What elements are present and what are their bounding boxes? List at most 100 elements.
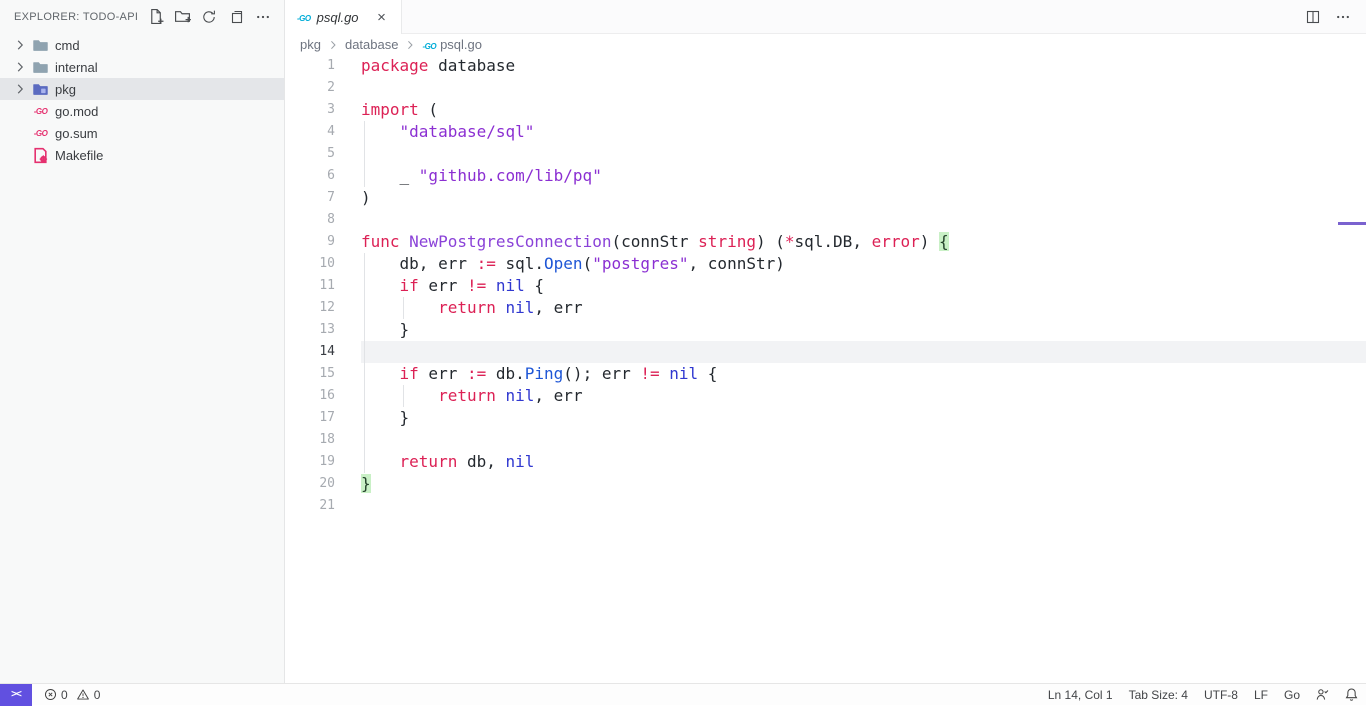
line-number[interactable]: 1	[285, 55, 335, 77]
tree-item-label: internal	[55, 60, 98, 75]
code-line[interactable]: 5	[285, 143, 1366, 165]
tree-item-internal[interactable]: internal	[0, 56, 284, 78]
bell-icon	[1344, 687, 1359, 702]
code-line[interactable]: 13 }	[285, 319, 1366, 341]
tree-item-label: go.mod	[55, 104, 98, 119]
breadcrumb-item-psql-go[interactable]: -GO psql.go	[422, 37, 482, 52]
tab-label: psql.go	[317, 10, 359, 25]
chevron-right-icon	[12, 37, 28, 53]
more-actions-icon	[255, 9, 271, 25]
tree-item-go-sum[interactable]: -GOgo.sum	[0, 122, 284, 144]
folder-icon	[32, 37, 49, 54]
collapse-folders-button[interactable]	[225, 6, 247, 28]
code-editor[interactable]: 1package database23import (4 "database/s…	[285, 55, 1366, 683]
line-number[interactable]: 4	[285, 121, 335, 143]
editor-group: -GO psql.go × pkg database -GO psql.go 1packa…	[285, 0, 1366, 683]
folder-package-icon	[32, 81, 49, 98]
code-line[interactable]: 19 return db, nil	[285, 451, 1366, 473]
line-number[interactable]: 11	[285, 275, 335, 297]
split-editor-button[interactable]	[1302, 6, 1324, 28]
error-icon	[44, 688, 57, 701]
code-line[interactable]: 21	[285, 495, 1366, 517]
code-line[interactable]: 18	[285, 429, 1366, 451]
code-line[interactable]: 9func NewPostgresConnection(connStr stri…	[285, 231, 1366, 253]
vscode-window: EXPLORER: TODO-API cmd internal pkg -GO go.m…	[0, 0, 1366, 683]
code-line[interactable]: 3import (	[285, 99, 1366, 121]
status-cursor-position[interactable]: Ln 14, Col 1	[1040, 688, 1121, 702]
breadcrumb-item-database[interactable]: database	[345, 37, 399, 52]
chevron-placeholder	[12, 103, 28, 119]
line-number[interactable]: 14	[285, 341, 335, 363]
file-tree: cmd internal pkg -GO go.mod -GOgo.sumMakefile	[0, 33, 284, 166]
tree-item-cmd[interactable]: cmd	[0, 34, 284, 56]
breadcrumb-separator-icon	[326, 38, 340, 52]
line-number[interactable]: 18	[285, 429, 335, 451]
line-number[interactable]: 5	[285, 143, 335, 165]
tree-item-pkg[interactable]: pkg	[0, 78, 284, 100]
refresh-explorer-button[interactable]	[198, 6, 220, 28]
breadcrumb-label: pkg	[300, 37, 321, 52]
code-line[interactable]: 16 return nil, err	[285, 385, 1366, 407]
breadcrumb-item-pkg[interactable]: pkg	[300, 37, 321, 52]
tree-item-go-mod[interactable]: -GO go.mod	[0, 100, 284, 122]
code-line[interactable]: 15 if err := db.Ping(); err != nil {	[285, 363, 1366, 385]
tab-psql-go[interactable]: -GOpsql.go×	[285, 0, 402, 34]
new-folder-button[interactable]	[171, 6, 193, 28]
go-module-icon: -GO	[32, 103, 49, 120]
chevron-right-icon	[12, 59, 28, 75]
line-number[interactable]: 12	[285, 297, 335, 319]
line-number[interactable]: 16	[285, 385, 335, 407]
status-language-mode[interactable]: Go	[1276, 688, 1308, 702]
line-number[interactable]: 3	[285, 99, 335, 121]
explorer-actions	[144, 6, 274, 28]
breadcrumb-separator-icon	[403, 38, 417, 52]
status-bar: >< 0 0 Ln 14, Col 1Tab Size: 4UTF-8LFGo	[0, 683, 1366, 705]
new-file-button[interactable]	[144, 6, 166, 28]
code-line[interactable]: 11 if err != nil {	[285, 275, 1366, 297]
code-line[interactable]: 14	[285, 341, 1366, 363]
code-line[interactable]: 12 return nil, err	[285, 297, 1366, 319]
chevron-placeholder	[12, 125, 28, 141]
code-line[interactable]: 2	[285, 77, 1366, 99]
status-eol-sequence[interactable]: LF	[1246, 688, 1276, 702]
code-line[interactable]: 10 db, err := sql.Open("postgres", connS…	[285, 253, 1366, 275]
bell-button[interactable]	[1337, 687, 1366, 702]
line-number[interactable]: 15	[285, 363, 335, 385]
go-file-icon: -GO	[422, 37, 436, 52]
close-icon[interactable]: ×	[373, 8, 391, 26]
line-number[interactable]: 7	[285, 187, 335, 209]
line-number[interactable]: 21	[285, 495, 335, 517]
go-module-icon: -GO	[32, 125, 49, 142]
line-number[interactable]: 19	[285, 451, 335, 473]
code-line[interactable]: 1package database	[285, 55, 1366, 77]
status-encoding[interactable]: UTF-8	[1196, 688, 1246, 702]
more-actions-button[interactable]	[252, 6, 274, 28]
current-line-highlight	[361, 341, 1366, 363]
new-folder-icon	[174, 8, 191, 25]
code-line[interactable]: 8	[285, 209, 1366, 231]
code-line[interactable]: 20}	[285, 473, 1366, 495]
explorer-title: EXPLORER: TODO-API	[14, 11, 138, 23]
feedback-button[interactable]	[1308, 687, 1337, 702]
line-number[interactable]: 17	[285, 407, 335, 429]
line-number[interactable]: 9	[285, 231, 335, 253]
code-line[interactable]: 7)	[285, 187, 1366, 209]
code-line[interactable]: 4 "database/sql"	[285, 121, 1366, 143]
explorer-header: EXPLORER: TODO-API	[0, 0, 284, 33]
line-number[interactable]: 10	[285, 253, 335, 275]
line-number[interactable]: 13	[285, 319, 335, 341]
line-number[interactable]: 2	[285, 77, 335, 99]
line-number[interactable]: 6	[285, 165, 335, 187]
remote-indicator[interactable]: ><	[0, 684, 32, 706]
tree-item-Makefile[interactable]: Makefile	[0, 144, 284, 166]
code-line[interactable]: 17 }	[285, 407, 1366, 429]
code-line[interactable]: 6 _ "github.com/lib/pq"	[285, 165, 1366, 187]
editor-more-actions-button[interactable]	[1332, 6, 1354, 28]
line-number[interactable]: 8	[285, 209, 335, 231]
breadcrumb-label: psql.go	[440, 37, 482, 52]
tabs: -GOpsql.go×	[285, 0, 402, 33]
status-tab-size[interactable]: Tab Size: 4	[1121, 688, 1196, 702]
line-number[interactable]: 20	[285, 473, 335, 495]
more-actions-icon	[1335, 9, 1351, 25]
problems-status[interactable]: 0 0	[44, 688, 100, 702]
